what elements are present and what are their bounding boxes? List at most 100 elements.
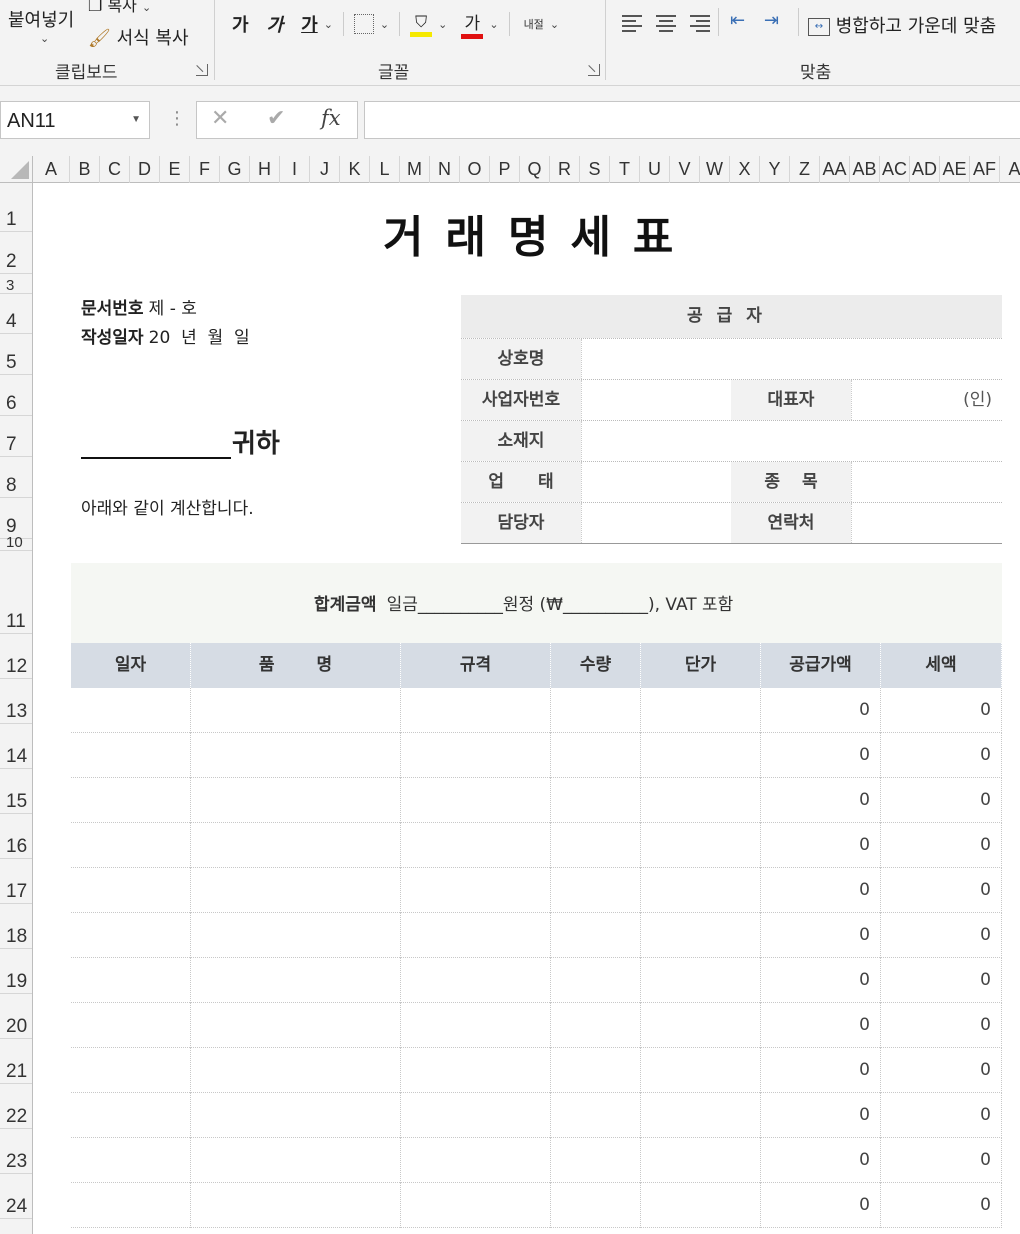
align-center-icon[interactable] xyxy=(656,12,678,32)
item-cell[interactable]: 0 xyxy=(761,1183,881,1228)
column-header[interactable]: X xyxy=(730,156,760,183)
item-cell[interactable]: 0 xyxy=(761,1048,881,1093)
column-header[interactable]: Q xyxy=(520,156,550,183)
underline-dropdown-icon[interactable]: ⌄ xyxy=(324,18,333,31)
column-header[interactable]: P xyxy=(490,156,520,183)
clipboard-launcher-icon[interactable] xyxy=(196,64,208,76)
row-header[interactable]: 20 xyxy=(0,994,32,1039)
row-header[interactable]: 17 xyxy=(0,859,32,904)
row-header[interactable]: 15 xyxy=(0,769,32,814)
item-cell[interactable] xyxy=(401,823,551,868)
biz-no-cell[interactable] xyxy=(581,380,731,420)
paste-button[interactable]: 붙여넣기 xyxy=(8,6,74,32)
biz-item-cell[interactable] xyxy=(851,462,1002,502)
column-header[interactable]: J xyxy=(310,156,340,183)
underline-button[interactable]: 가 xyxy=(301,11,318,37)
item-cell[interactable] xyxy=(71,823,191,868)
column-header[interactable]: S xyxy=(580,156,610,183)
item-cell[interactable] xyxy=(401,868,551,913)
paste-dropdown-icon[interactable]: ⌄ xyxy=(40,32,49,45)
biz-type-cell[interactable] xyxy=(581,462,731,502)
name-box[interactable]: AN11▼ xyxy=(0,101,150,139)
italic-button[interactable]: 가 xyxy=(267,11,284,37)
item-cell[interactable] xyxy=(191,1093,401,1138)
item-cell[interactable]: 0 xyxy=(881,913,1002,958)
column-header[interactable]: I xyxy=(280,156,310,183)
item-cell[interactable] xyxy=(641,1093,761,1138)
column-header[interactable]: U xyxy=(640,156,670,183)
item-cell[interactable] xyxy=(641,1138,761,1183)
column-header[interactable]: H xyxy=(250,156,280,183)
item-cell[interactable] xyxy=(551,778,641,823)
column-header[interactable]: Y xyxy=(760,156,790,183)
row-header[interactable]: 5 xyxy=(0,334,32,375)
item-cell[interactable] xyxy=(641,868,761,913)
item-cell[interactable]: 0 xyxy=(881,733,1002,778)
cancel-icon[interactable]: ✕ xyxy=(211,106,229,131)
item-cell[interactable]: 0 xyxy=(881,1183,1002,1228)
row-header[interactable]: 8 xyxy=(0,457,32,498)
item-cell[interactable]: 0 xyxy=(881,1093,1002,1138)
row-header[interactable]: 7 xyxy=(0,416,32,457)
format-painter-button[interactable]: 🖌 서식 복사 xyxy=(88,24,189,50)
border-dropdown-icon[interactable]: ⌄ xyxy=(380,18,389,31)
fill-dropdown-icon[interactable]: ⌄ xyxy=(438,18,447,31)
item-cell[interactable] xyxy=(191,958,401,1003)
item-cell[interactable] xyxy=(551,913,641,958)
row-header[interactable]: 13 xyxy=(0,679,32,724)
column-header[interactable]: D xyxy=(130,156,160,183)
item-cell[interactable] xyxy=(641,688,761,733)
column-header[interactable]: AF xyxy=(970,156,1000,183)
merge-center-button[interactable]: ↔ 병합하고 가운데 맞춤 xyxy=(808,12,996,38)
item-cell[interactable] xyxy=(71,778,191,823)
item-cell[interactable] xyxy=(71,958,191,1003)
row-header[interactable]: 9 xyxy=(0,498,32,539)
align-left-icon[interactable] xyxy=(622,12,644,32)
contact-cell[interactable] xyxy=(851,503,1002,543)
copy-button[interactable]: ❐ 복사 ⌄ xyxy=(88,0,151,16)
item-cell[interactable] xyxy=(551,1183,641,1228)
row-header[interactable]: 23 xyxy=(0,1129,32,1174)
item-cell[interactable] xyxy=(71,1048,191,1093)
item-cell[interactable] xyxy=(191,1003,401,1048)
column-header[interactable]: G xyxy=(220,156,250,183)
column-header[interactable]: O xyxy=(460,156,490,183)
row-header[interactable]: 3 xyxy=(0,274,32,294)
wrap-dropdown-icon[interactable]: ⌄ xyxy=(550,18,559,31)
item-cell[interactable] xyxy=(401,1003,551,1048)
wrap-text-icon[interactable]: 내절 xyxy=(524,16,544,32)
item-cell[interactable] xyxy=(71,913,191,958)
item-cell[interactable] xyxy=(191,913,401,958)
item-cell[interactable] xyxy=(401,778,551,823)
item-cell[interactable] xyxy=(551,823,641,868)
column-header[interactable]: T xyxy=(610,156,640,183)
column-header[interactable]: AD xyxy=(910,156,940,183)
column-header[interactable]: L xyxy=(370,156,400,183)
row-header[interactable]: 12 xyxy=(0,634,32,679)
column-header[interactable]: A xyxy=(33,156,70,183)
name-box-dropdown-icon[interactable]: ▼ xyxy=(131,114,141,125)
item-cell[interactable] xyxy=(191,778,401,823)
item-cell[interactable] xyxy=(401,1138,551,1183)
item-cell[interactable] xyxy=(191,1138,401,1183)
item-cell[interactable]: 0 xyxy=(761,1138,881,1183)
seal-cell[interactable]: (인) xyxy=(851,380,1002,420)
address-cell[interactable] xyxy=(581,421,1002,461)
item-cell[interactable]: 0 xyxy=(761,1003,881,1048)
column-header[interactable]: A xyxy=(1000,156,1020,183)
item-cell[interactable]: 0 xyxy=(761,778,881,823)
enter-icon[interactable]: ✔ xyxy=(267,106,285,131)
item-cell[interactable] xyxy=(401,688,551,733)
formula-input[interactable] xyxy=(364,101,1020,139)
row-header[interactable]: 19 xyxy=(0,949,32,994)
row-header[interactable]: 10 xyxy=(0,539,32,551)
item-cell[interactable] xyxy=(401,913,551,958)
column-header[interactable]: N xyxy=(430,156,460,183)
item-cell[interactable]: 0 xyxy=(761,958,881,1003)
item-cell[interactable] xyxy=(71,1183,191,1228)
item-cell[interactable]: 0 xyxy=(881,868,1002,913)
item-cell[interactable]: 0 xyxy=(761,868,881,913)
row-header[interactable]: 4 xyxy=(0,294,32,334)
item-cell[interactable]: 0 xyxy=(761,913,881,958)
company-cell[interactable] xyxy=(581,339,1002,379)
